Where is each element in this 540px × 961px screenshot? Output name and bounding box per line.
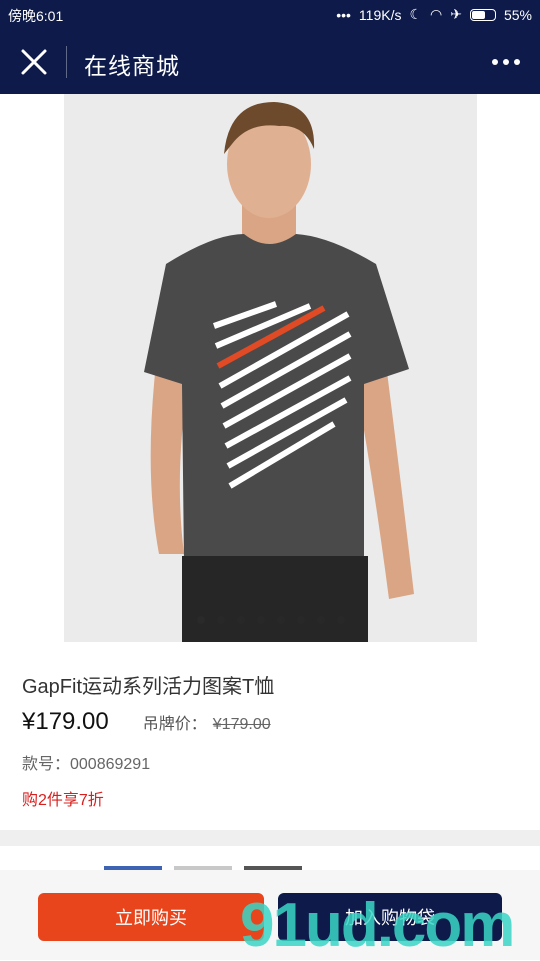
battery-percent: 55% <box>503 6 532 23</box>
wifi-icon: ◠ <box>430 6 443 22</box>
carousel-dot[interactable] <box>276 616 285 624</box>
status-time: 傍晚6:01 <box>8 8 64 24</box>
product-name: GapFit运动系列活力图案T恤 <box>22 676 275 698</box>
header-divider <box>66 46 67 78</box>
status-bar: 傍晚6:01 ••• 119K/s ☾ ◠ ✈ 55% <box>0 0 540 30</box>
airplane-icon: ✈ <box>450 6 462 22</box>
promo-text: 购2件享7折 <box>22 792 104 809</box>
carousel-dot[interactable] <box>256 616 265 624</box>
network-speed: 119K/s <box>358 6 402 23</box>
carousel-dot[interactable] <box>336 616 345 624</box>
app-header: 在线商城 <box>0 30 540 94</box>
carousel-dot[interactable] <box>316 616 325 624</box>
carousel-dot[interactable] <box>216 616 225 624</box>
status-icons: ••• 119K/s ☾ ◠ ✈ 55% <box>336 6 532 23</box>
carousel-dot[interactable] <box>296 616 305 624</box>
more-options-icon[interactable] <box>490 50 522 74</box>
product-image[interactable] <box>64 94 477 642</box>
add-to-cart-button[interactable]: 加入购物袋 <box>278 893 502 941</box>
page-title: 在线商城 <box>84 53 180 79</box>
carousel-dots <box>64 616 477 624</box>
notification-dots: ••• <box>336 6 351 23</box>
tag-price: ¥179.00 <box>212 716 271 733</box>
carousel-dot[interactable] <box>196 616 205 624</box>
tag-price-label: 吊牌价： <box>142 716 207 733</box>
product-sku: 款号：000869291 <box>22 756 151 773</box>
section-divider <box>0 830 540 846</box>
carousel-dot[interactable] <box>236 616 245 624</box>
moon-icon: ☾ <box>409 6 423 22</box>
price-row: ¥179.00 吊牌价： ¥179.00 <box>22 708 271 736</box>
battery-icon <box>469 8 496 21</box>
buy-now-button[interactable]: 立即购买 <box>38 893 264 941</box>
product-price: ¥179.00 <box>22 708 109 735</box>
close-icon[interactable] <box>20 48 48 76</box>
